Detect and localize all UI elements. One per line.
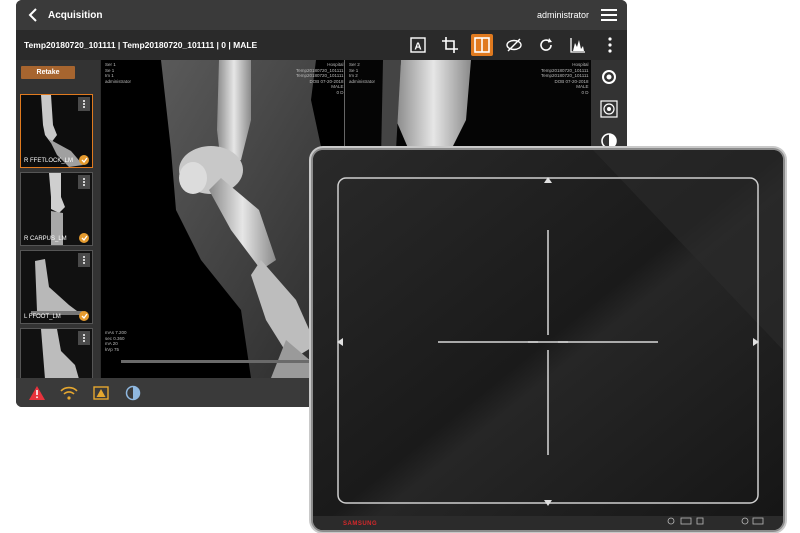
thumbnail-strip: Retake R FFETLOCK_LM R CARPUS_LM L FFOOT… [16,60,100,380]
thumbnail-more-button[interactable] [78,253,90,267]
user-name[interactable]: administrator [537,10,589,20]
thumbnail-label: R CARPUS_LM [24,236,67,242]
crop-icon [442,37,458,53]
thumbnail-item[interactable]: R CARPUS_LM [20,172,93,246]
detector-surface [313,150,783,530]
invert-button[interactable] [598,130,620,152]
contrast-pattern-button[interactable] [598,98,620,120]
settings-icon [602,70,616,84]
histogram-button[interactable] [567,34,589,56]
annotation-button[interactable]: A [407,34,429,56]
patient-bar: Temp20180720_101111 | Temp20180720_10111… [16,30,627,60]
more-options-button[interactable] [599,34,621,56]
hide-icon [506,38,522,52]
brand-logo: SAMSUNG [343,521,378,527]
check-icon [79,311,89,321]
histogram-icon [570,38,585,53]
thumbnail-label: R FFETLOCK_LM [24,158,74,164]
menu-button[interactable] [599,5,619,25]
battery-icon[interactable] [124,384,142,402]
wifi-warning-icon[interactable] [60,384,78,402]
thumbnail-item[interactable] [20,328,93,380]
image-toolbar: A [407,34,621,56]
overlay-left-top-right: Hospital Temp20180720_101111 Temp2018072… [296,62,344,95]
thumbnail-more-button[interactable] [78,331,90,345]
thumbnail-more-button[interactable] [78,175,90,189]
hide-button[interactable] [503,34,525,56]
thumbnail-more-button[interactable] [78,97,90,111]
app-bar: Acquisition administrator [16,0,627,30]
page-title: Acquisition [48,9,103,21]
invert-icon [601,133,617,149]
check-icon [79,155,89,165]
crop-button[interactable] [439,34,461,56]
thumbnail-item[interactable]: R FFETLOCK_LM [20,94,93,168]
contrast-pattern-icon [600,100,618,118]
annotation-icon: A [410,37,426,53]
rotate-button[interactable] [535,34,557,56]
split-view-icon [474,37,490,53]
xray-detector-panel: SAMSUNG [313,150,783,530]
back-button[interactable] [22,4,44,26]
detector-warning-icon[interactable] [92,384,110,402]
chevron-left-icon [28,8,37,22]
detector-status-icons [667,517,767,527]
overlay-right-top-right: Hospital Temp20180720_101111 Temp2018072… [541,62,589,95]
rotate-icon [540,38,552,51]
settings-button[interactable] [598,66,620,88]
thumbnail-item[interactable]: L FFOOT_LM [20,250,93,324]
split-view-button[interactable] [471,34,493,56]
overlay-left-bottom: mAs 7.200 sec 0.360 mA 20 kVp 75 [105,330,127,352]
retake-button[interactable]: Retake [21,66,75,79]
patient-info: Temp20180720_101111 | Temp20180720_10111… [24,40,258,50]
hamburger-icon [601,9,617,21]
overlay-right-top: Ser 2 Se 1 Im 2 administrator [349,62,376,84]
svg-text:A: A [414,42,421,53]
check-icon [79,233,89,243]
warning-icon[interactable] [28,384,46,402]
more-vert-icon [608,37,612,53]
overlay-left-top: Ser 1 Se 1 Im 1 administrator [105,62,132,84]
detector-indicator-icon [667,517,764,525]
thumbnail-label: L FFOOT_LM [24,314,61,320]
